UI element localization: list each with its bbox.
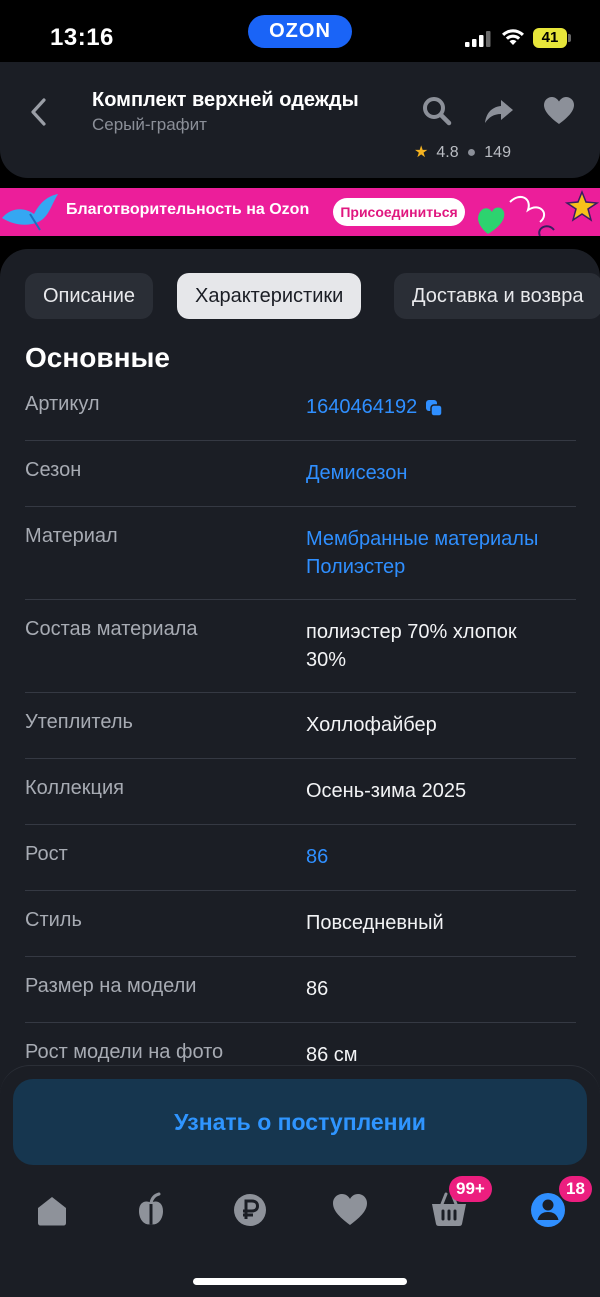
spec-label: Материал <box>25 525 118 547</box>
spec-row-material: Материал Мембранные материалы Полиэстер <box>25 507 576 600</box>
rating-value: 4.8 <box>436 144 459 161</box>
spec-value[interactable]: 86 <box>306 843 576 871</box>
cart-badge: 99+ <box>449 1176 492 1202</box>
reviews-icon: ● <box>466 144 477 161</box>
back-arrow-icon[interactable] <box>26 96 52 128</box>
spec-value: Повседневный <box>306 912 444 934</box>
hearts-decoration-icon <box>478 189 600 236</box>
spec-row-insulation: Утеплитель Холлофайбер <box>25 693 576 759</box>
spec-label: Коллекция <box>25 777 125 799</box>
cellular-signal-icon <box>465 31 491 47</box>
favorites-heart-icon[interactable] <box>330 1190 370 1230</box>
copy-icon[interactable] <box>425 399 443 417</box>
ruble-finance-icon[interactable] <box>230 1190 270 1230</box>
spec-value[interactable]: 1640464192 <box>306 396 417 418</box>
battery-tip <box>568 34 571 42</box>
spec-row-style: Стиль Повседневный <box>25 891 576 957</box>
ozon-logo[interactable]: OZON <box>248 15 352 48</box>
product-color: Серый-графит <box>92 115 207 134</box>
spec-label: Стиль <box>25 909 82 931</box>
charity-banner[interactable]: Благотворительность на Ozon Присоединить… <box>0 188 600 236</box>
spec-row-season: Сезон Демисезон <box>25 441 576 507</box>
search-icon[interactable] <box>420 94 454 128</box>
join-button[interactable]: Присоединиться <box>333 198 465 226</box>
product-tabs: Описание Характеристики Доставка и возвр… <box>25 273 600 319</box>
rating-summary[interactable]: ★ 4.8 ● 149 <box>414 142 519 162</box>
section-title: Основные <box>25 342 170 373</box>
spec-label: Утеплитель <box>25 711 133 733</box>
spec-value[interactable]: Мембранные материалы Полиэстер <box>306 525 576 581</box>
reviews-count: 149 <box>484 144 511 161</box>
spec-label: Размер на модели <box>25 975 197 997</box>
home-indicator <box>193 1278 407 1285</box>
favorite-heart-icon[interactable] <box>542 94 576 128</box>
spec-label: Рост модели на фото <box>25 1041 224 1063</box>
wifi-icon <box>502 29 524 45</box>
spec-label: Состав материала <box>25 618 198 640</box>
specs-list: Артикул 1640464192 Сезон Демисезон Матер… <box>25 375 576 1089</box>
product-header: Комплект верхней одежды Серый-графит ★ 4.… <box>0 62 600 178</box>
battery-indicator: 41 <box>533 28 567 48</box>
star-icon: ★ <box>414 144 429 161</box>
status-bar: 13:16 OZON 41 <box>0 0 600 70</box>
spec-label: Артикул <box>25 393 100 415</box>
spec-label: Рост <box>25 843 68 865</box>
spec-value-article[interactable]: 1640464192 <box>306 393 576 421</box>
bottom-panel: Узнать о поступлении 99+ 18 <box>0 1065 600 1297</box>
home-icon[interactable] <box>32 1190 72 1230</box>
spec-row-article: Артикул 1640464192 <box>25 375 576 441</box>
spec-value: Осень-зима 2025 <box>306 780 467 802</box>
product-title: Комплект верхней одежды <box>92 89 359 111</box>
notify-arrival-button[interactable]: Узнать о поступлении <box>13 1079 587 1165</box>
status-time: 13:16 <box>50 24 114 51</box>
bird-icon <box>2 194 58 231</box>
spec-value[interactable]: Демисезон <box>306 459 576 487</box>
tab-description[interactable]: Описание <box>25 273 154 319</box>
spec-row-composition: Состав материала полиэстер 70% хлопок 30… <box>25 600 576 693</box>
charity-banner-text: Благотворительность на Ozon <box>66 201 310 218</box>
tab-delivery[interactable]: Доставка и возвра <box>394 273 600 319</box>
spec-value: Холлофайбер <box>306 714 437 736</box>
spec-row-model-size: Размер на модели 86 <box>25 957 576 1023</box>
spec-row-height: Рост 86 <box>25 825 576 891</box>
bottom-navigation: 99+ 18 <box>0 1176 600 1244</box>
profile-badge: 18 <box>559 1176 592 1202</box>
share-icon[interactable] <box>482 94 516 128</box>
spec-row-collection: Коллекция Осень-зима 2025 <box>25 759 576 825</box>
fresh-apple-icon[interactable] <box>131 1190 171 1230</box>
spec-label: Сезон <box>25 459 82 481</box>
tab-characteristics[interactable]: Характеристики <box>177 273 362 319</box>
spec-value: полиэстер 70% хлопок 30% <box>306 621 517 671</box>
spec-value: 86 <box>306 978 329 1000</box>
